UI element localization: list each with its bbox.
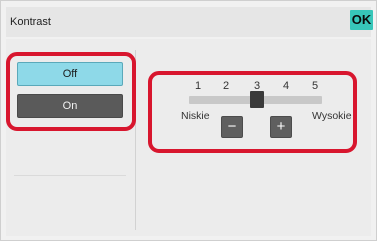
left-panel-divider bbox=[14, 175, 126, 176]
slider-highlight-frame bbox=[148, 71, 357, 153]
kontrast-screen: Kontrast OK Off On 1 2 3 4 5 Niskie Wyso… bbox=[0, 0, 377, 241]
page-title: Kontrast bbox=[10, 16, 51, 28]
title-bar: Kontrast bbox=[6, 7, 371, 37]
toggle-highlight-frame bbox=[6, 52, 136, 131]
ok-button[interactable]: OK bbox=[350, 10, 373, 30]
